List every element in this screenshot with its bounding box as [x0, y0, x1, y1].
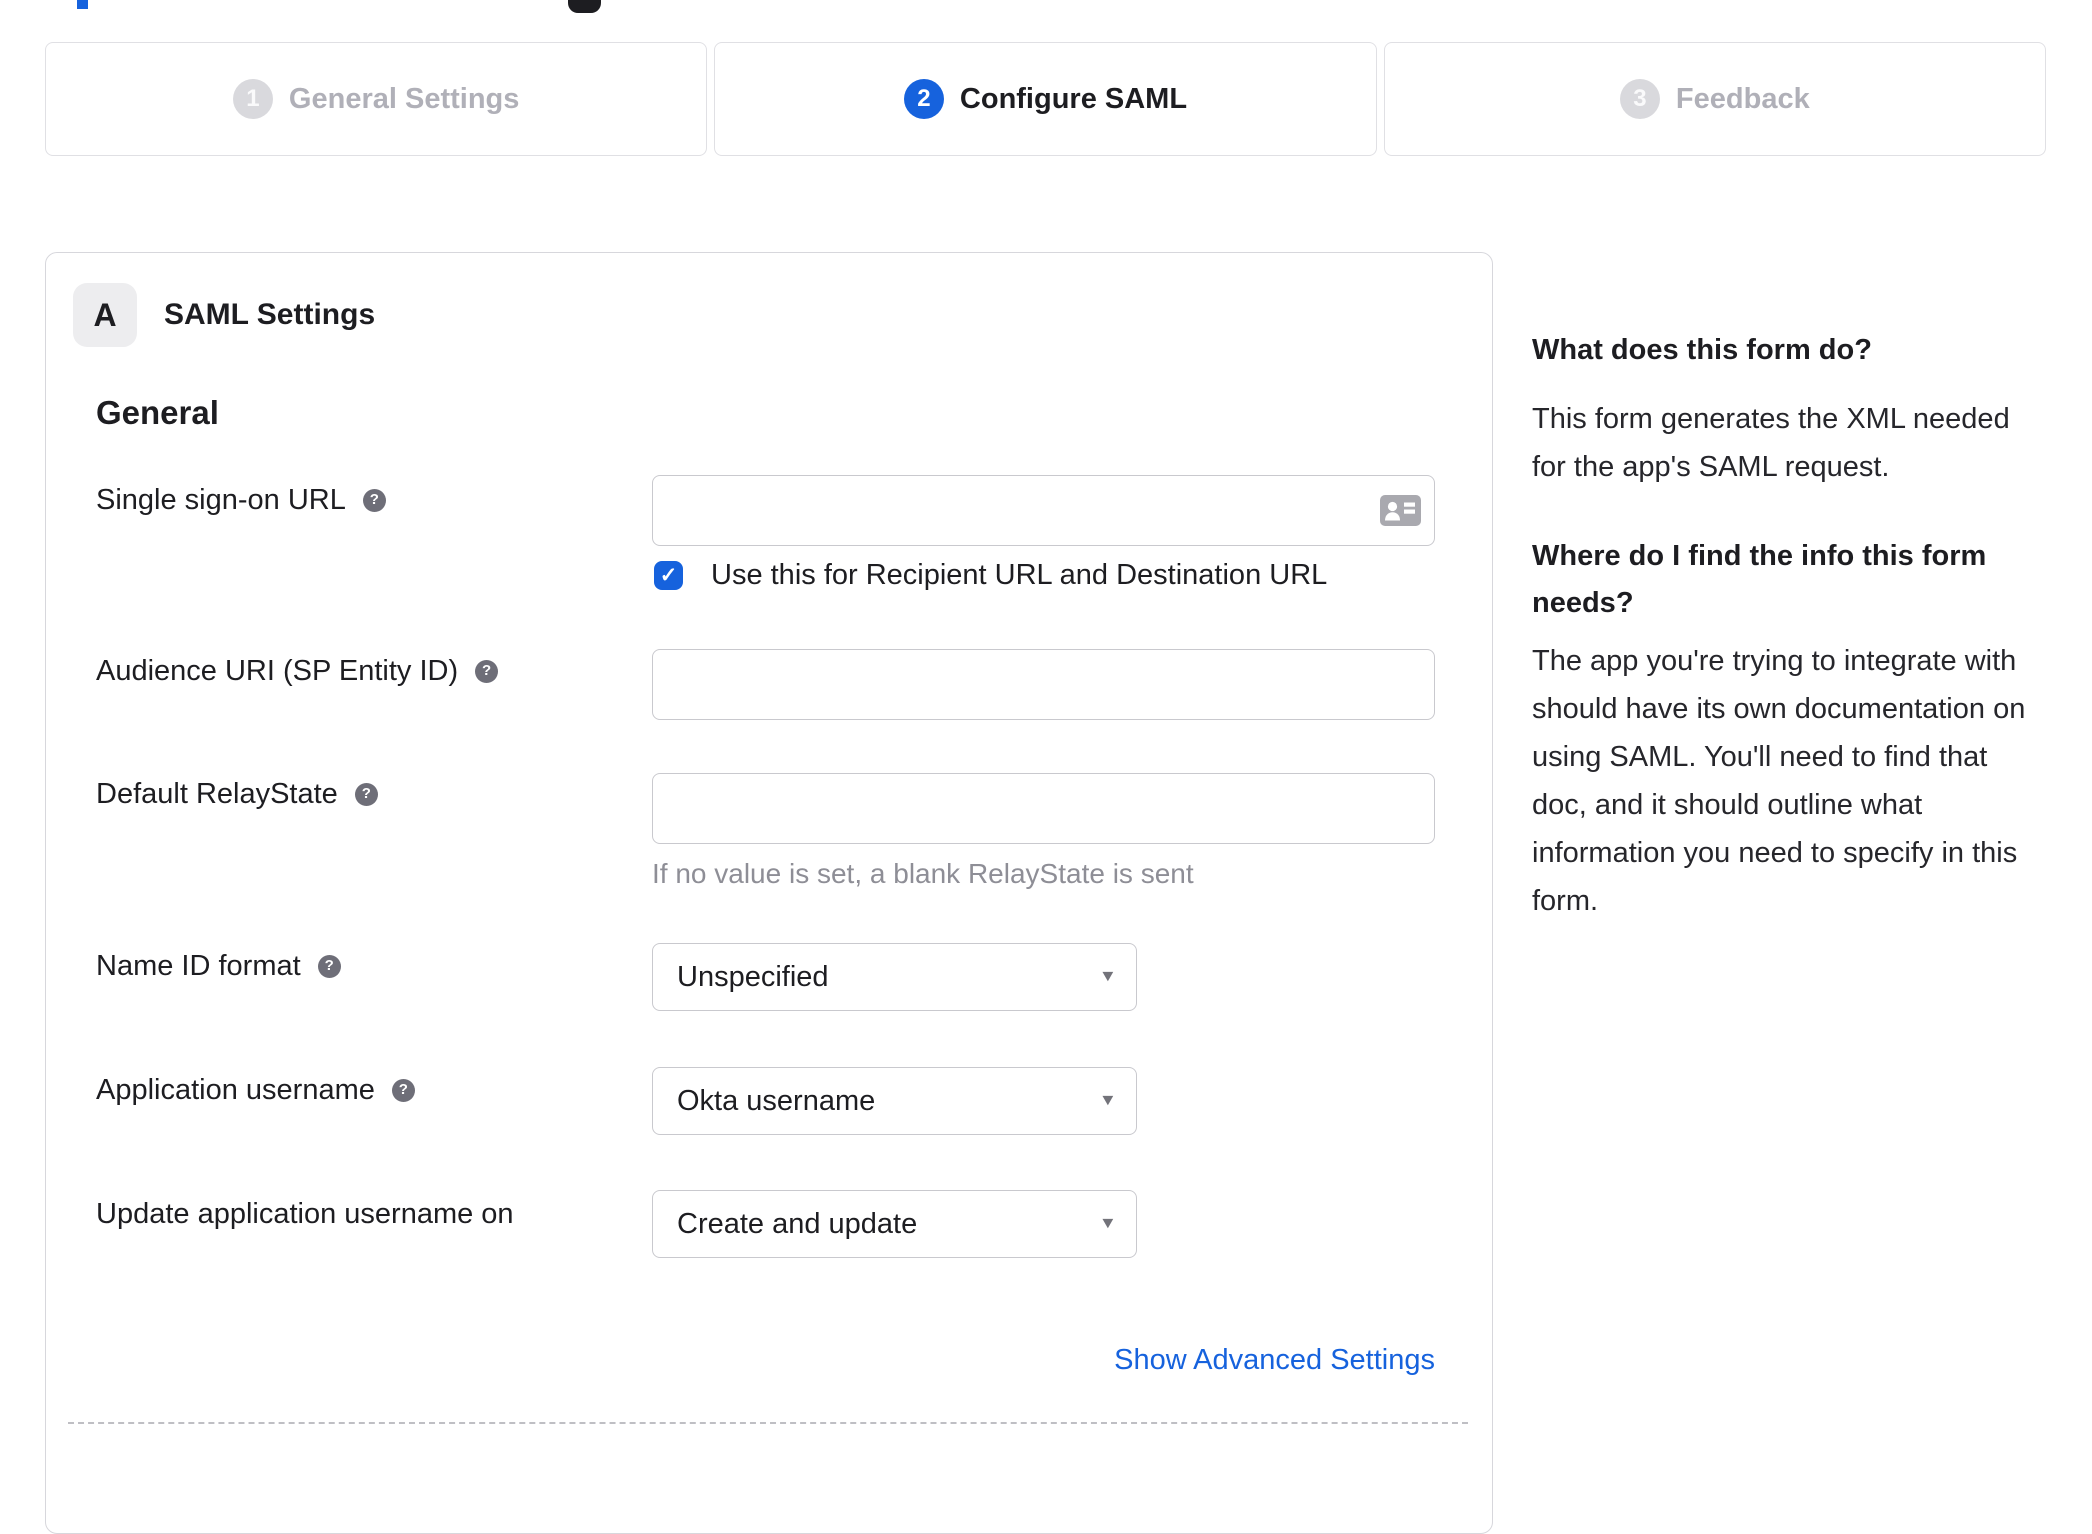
- sidebar-paragraph-where: The app you're trying to integrate with …: [1532, 637, 2044, 925]
- update-username-label: Update application username on: [96, 1192, 514, 1236]
- recipient-url-checkbox[interactable]: ✓: [654, 561, 683, 590]
- chevron-down-icon: ▼: [1098, 1215, 1118, 1232]
- step-2-label: Configure SAML: [959, 82, 1188, 115]
- sidebar-heading-line: Where do I find the info this form: [1532, 540, 1987, 572]
- sidebar-heading-line: needs?: [1532, 587, 1634, 619]
- step-general-settings[interactable]: 1 General Settings: [45, 42, 708, 156]
- step-configure-saml[interactable]: 2 Configure SAML: [714, 42, 1377, 156]
- update-username-value: Create and update: [677, 1207, 918, 1240]
- help-sidebar: What does this form do? This form genera…: [1532, 330, 2044, 925]
- sso-url-label-text: Single sign-on URL: [96, 484, 346, 516]
- sidebar-heading-what: What does this form do?: [1532, 334, 1872, 366]
- step-feedback[interactable]: 3 Feedback: [1383, 42, 2046, 156]
- step-1-label: General Settings: [288, 82, 520, 115]
- application-username-label: Application username ?: [96, 1068, 415, 1112]
- chevron-down-icon: ▼: [1098, 968, 1118, 985]
- dashed-section-divider: [68, 1422, 1468, 1424]
- help-icon[interactable]: ?: [475, 659, 499, 683]
- section-a-badge: A: [73, 283, 137, 347]
- relay-state-hint: If no value is set, a blank RelayState i…: [652, 858, 1194, 889]
- saml-settings-panel: A SAML Settings General Single sign-on U…: [45, 252, 1493, 1534]
- relay-state-input[interactable]: [652, 773, 1435, 844]
- audience-uri-input[interactable]: [652, 649, 1435, 720]
- application-username-value: Okta username: [677, 1084, 876, 1117]
- help-icon[interactable]: ?: [317, 954, 341, 978]
- help-icon[interactable]: ?: [354, 782, 378, 806]
- sidebar-paragraph-line: should have its own documentation on: [1532, 693, 2026, 725]
- sidebar-paragraph-line: using SAML. You'll need to find that: [1532, 741, 1988, 773]
- sidebar-paragraph-line: information you need to specify in this: [1532, 837, 2018, 869]
- sidebar-paragraph-line: for the app's SAML request.: [1532, 451, 1890, 483]
- name-id-format-label: Name ID format ?: [96, 944, 341, 988]
- relay-state-label: Default RelayState ?: [96, 772, 378, 816]
- name-id-format-label-text: Name ID format: [96, 950, 301, 982]
- help-icon[interactable]: ?: [391, 1078, 415, 1102]
- relay-state-label-text: Default RelayState: [96, 778, 338, 810]
- recipient-url-checkbox-label: Use this for Recipient URL and Destinati…: [711, 559, 1328, 591]
- sso-url-input[interactable]: [652, 475, 1435, 546]
- step-1-number-badge: 1: [232, 79, 273, 119]
- sidebar-paragraph-line: form.: [1532, 885, 1599, 917]
- application-username-label-text: Application username: [96, 1074, 375, 1106]
- audience-uri-label-text: Audience URI (SP Entity ID): [96, 655, 459, 687]
- step-3-label: Feedback: [1675, 82, 1810, 115]
- recipient-url-checkbox-row: ✓ Use this for Recipient URL and Destina…: [654, 559, 1327, 592]
- general-section-heading: General: [96, 394, 219, 431]
- audience-uri-label: Audience URI (SP Entity ID) ?: [96, 649, 499, 693]
- name-id-format-value: Unspecified: [677, 960, 829, 993]
- help-icon[interactable]: ?: [362, 488, 386, 512]
- sso-url-label: Single sign-on URL ?: [96, 478, 386, 522]
- update-username-label-text: Update application username on: [96, 1198, 514, 1230]
- sidebar-heading-where: Where do I find the info this form needs…: [1532, 533, 2044, 627]
- update-username-select[interactable]: Create and update ▼: [652, 1190, 1137, 1258]
- panel-title: SAML Settings: [164, 298, 376, 331]
- name-id-format-select[interactable]: Unspecified ▼: [652, 943, 1137, 1011]
- step-3-number-badge: 3: [1619, 79, 1660, 119]
- sidebar-paragraph-line: doc, and it should outline what: [1532, 789, 1923, 821]
- contact-card-icon[interactable]: [1380, 495, 1421, 526]
- top-dark-fragment: [568, 0, 601, 13]
- application-username-select[interactable]: Okta username ▼: [652, 1067, 1137, 1135]
- show-advanced-settings-link[interactable]: Show Advanced Settings: [652, 1338, 1435, 1382]
- sidebar-paragraph-what: This form generates the XML needed for t…: [1532, 395, 2044, 491]
- sidebar-paragraph-line: This form generates the XML needed: [1532, 403, 2010, 435]
- step-2-number-badge: 2: [903, 79, 944, 119]
- sidebar-paragraph-line: The app you're trying to integrate with: [1532, 645, 2017, 677]
- chevron-down-icon: ▼: [1098, 1092, 1118, 1109]
- wizard-stepper: 1 General Settings 2 Configure SAML 3 Fe…: [45, 42, 2046, 156]
- top-blue-fragment: [77, 0, 88, 9]
- checkmark-icon: ✓: [659, 564, 678, 587]
